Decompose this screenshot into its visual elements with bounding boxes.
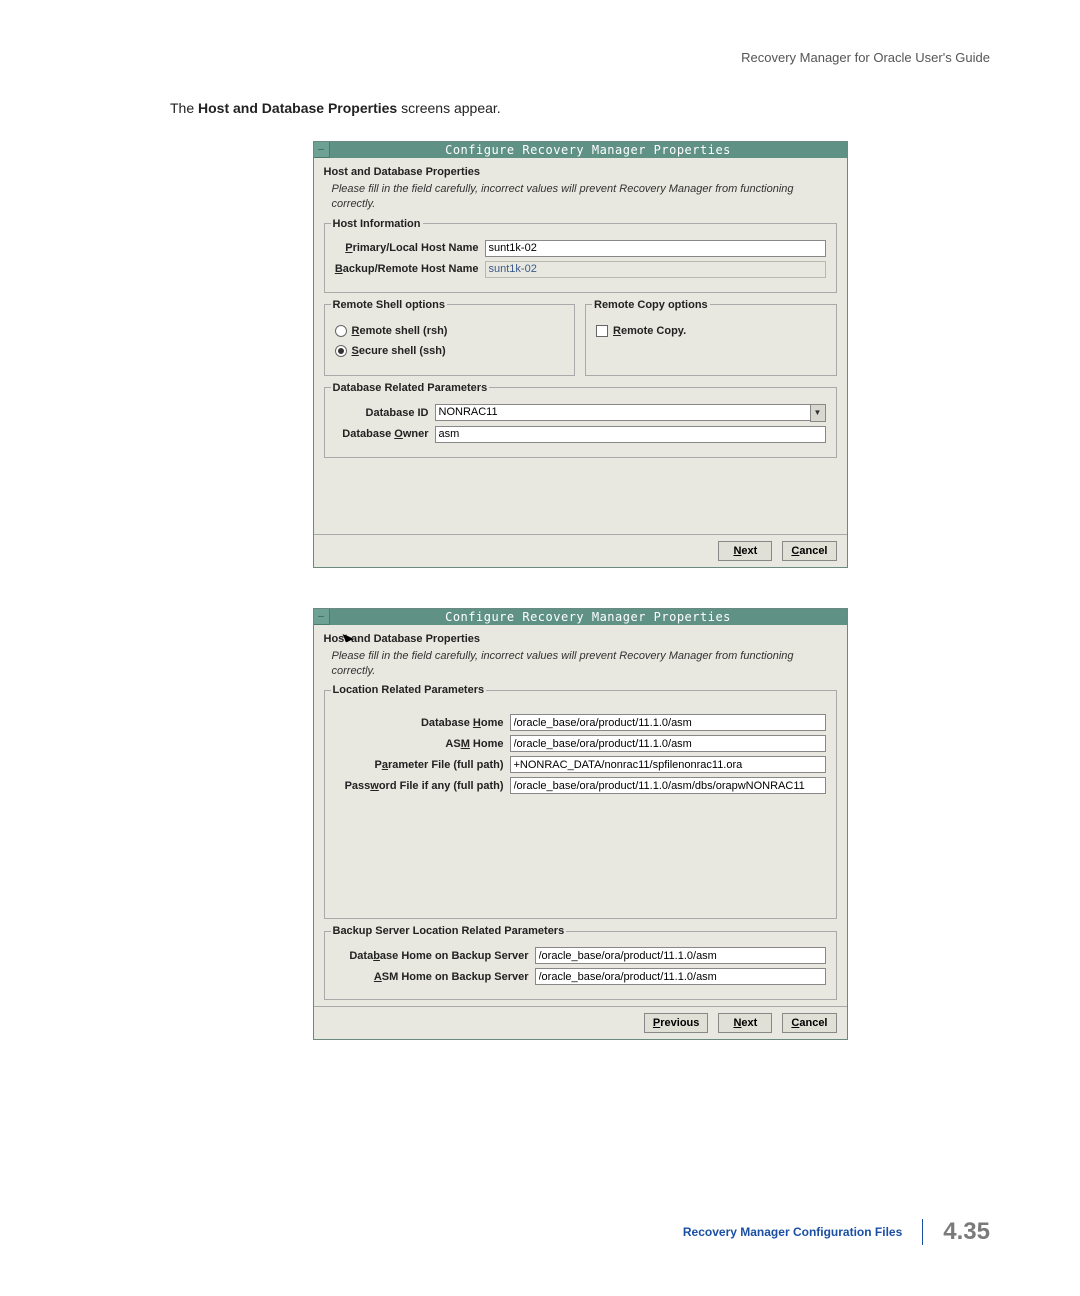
location-params-legend: Location Related Parameters [331,684,487,696]
backup-asm-home-label: ASM Home on Backup Server [335,971,535,983]
pwd-file-label: Password File if any (full path) [335,780,510,792]
dialog-host-db-props-2: – Configure Recovery Manager Properties … [313,608,848,1041]
backup-host-label: Backup/Remote Host Name [335,263,485,275]
backup-db-home-input[interactable] [535,947,826,964]
footer-divider-icon [922,1219,923,1245]
window-title: Configure Recovery Manager Properties [330,142,847,158]
radio-icon [335,325,347,337]
section-heading: Host and Database Properties [324,166,837,178]
title-bar: – Configure Recovery Manager Properties [314,609,847,625]
host-info-legend: Host Information [331,218,423,230]
previous-button[interactable]: Previous [644,1013,708,1033]
backup-db-home-label: Database Home on Backup Server [335,950,535,962]
intro-text: The Host and Database Properties screens… [170,100,990,116]
next-button[interactable]: Next [718,541,772,561]
cancel-button[interactable]: Cancel [782,1013,836,1033]
radio-icon [335,345,347,357]
doc-header-title: Recovery Manager for Oracle User's Guide [170,50,990,65]
location-params-group: Location Related Parameters Database Hom… [324,684,837,919]
db-params-legend: Database Related Parameters [331,382,490,394]
param-file-label: Parameter File (full path) [335,759,510,771]
db-id-input[interactable] [435,404,810,421]
remote-shell-group: Remote Shell options Remote shell (rsh) … [324,299,576,376]
backup-host-readonly: sunt1k-02 [485,261,826,278]
intro-suffix: screens appear. [397,100,501,116]
checkbox-icon [596,325,608,337]
window-title: Configure Recovery Manager Properties [330,609,847,625]
db-owner-input[interactable] [435,426,826,443]
backup-server-location-group: Backup Server Location Related Parameter… [324,925,837,1000]
window-menu-icon[interactable]: – [314,609,330,625]
host-information-group: Host Information Primary/Local Host Name… [324,218,837,293]
db-id-combo[interactable]: ▼ [435,404,826,422]
db-related-params-group: Database Related Parameters Database ID … [324,382,837,458]
backup-asm-home-input[interactable] [535,968,826,985]
remote-shell-legend: Remote Shell options [331,299,447,311]
asm-home-input[interactable] [510,735,826,752]
pwd-file-input[interactable] [510,777,826,794]
checkbox-remote-copy[interactable]: Remote Copy. [596,325,826,337]
window-menu-icon[interactable]: – [314,142,330,158]
primary-host-input[interactable] [485,240,826,257]
footer-page-number: 4.35 [943,1218,990,1246]
footer-section-link: Recovery Manager Configuration Files [683,1225,902,1239]
page-footer: Recovery Manager Configuration Files 4.3… [683,1218,990,1246]
db-home-label: Database Home [335,717,510,729]
section-description: Please fill in the field carefully, inco… [332,182,837,212]
chevron-down-icon[interactable]: ▼ [810,404,826,422]
db-id-label: Database ID [335,407,435,419]
backup-loc-legend: Backup Server Location Related Parameter… [331,925,567,937]
title-bar: – Configure Recovery Manager Properties [314,142,847,158]
intro-prefix: The [170,100,198,116]
next-button[interactable]: Next [718,1013,772,1033]
cancel-button[interactable]: Cancel [782,541,836,561]
param-file-input[interactable] [510,756,826,773]
remote-copy-group: Remote Copy options Remote Copy. [585,299,837,376]
radio-ssh[interactable]: Secure shell (ssh) [335,345,565,357]
section-heading: Host and Database Properties [324,633,837,645]
primary-host-label: Primary/Local Host Name [335,242,485,254]
db-home-input[interactable] [510,714,826,731]
button-bar: Next Cancel [314,534,847,567]
asm-home-label: ASM Home [335,738,510,750]
dialog-host-db-props-1: – Configure Recovery Manager Properties … [313,141,848,568]
remote-copy-legend: Remote Copy options [592,299,710,311]
section-description: Please fill in the field carefully, inco… [332,649,837,679]
radio-rsh[interactable]: Remote shell (rsh) [335,325,565,337]
intro-bold: Host and Database Properties [198,100,397,116]
db-owner-label: Database Owner [335,428,435,440]
button-bar: Previous Next Cancel [314,1006,847,1039]
